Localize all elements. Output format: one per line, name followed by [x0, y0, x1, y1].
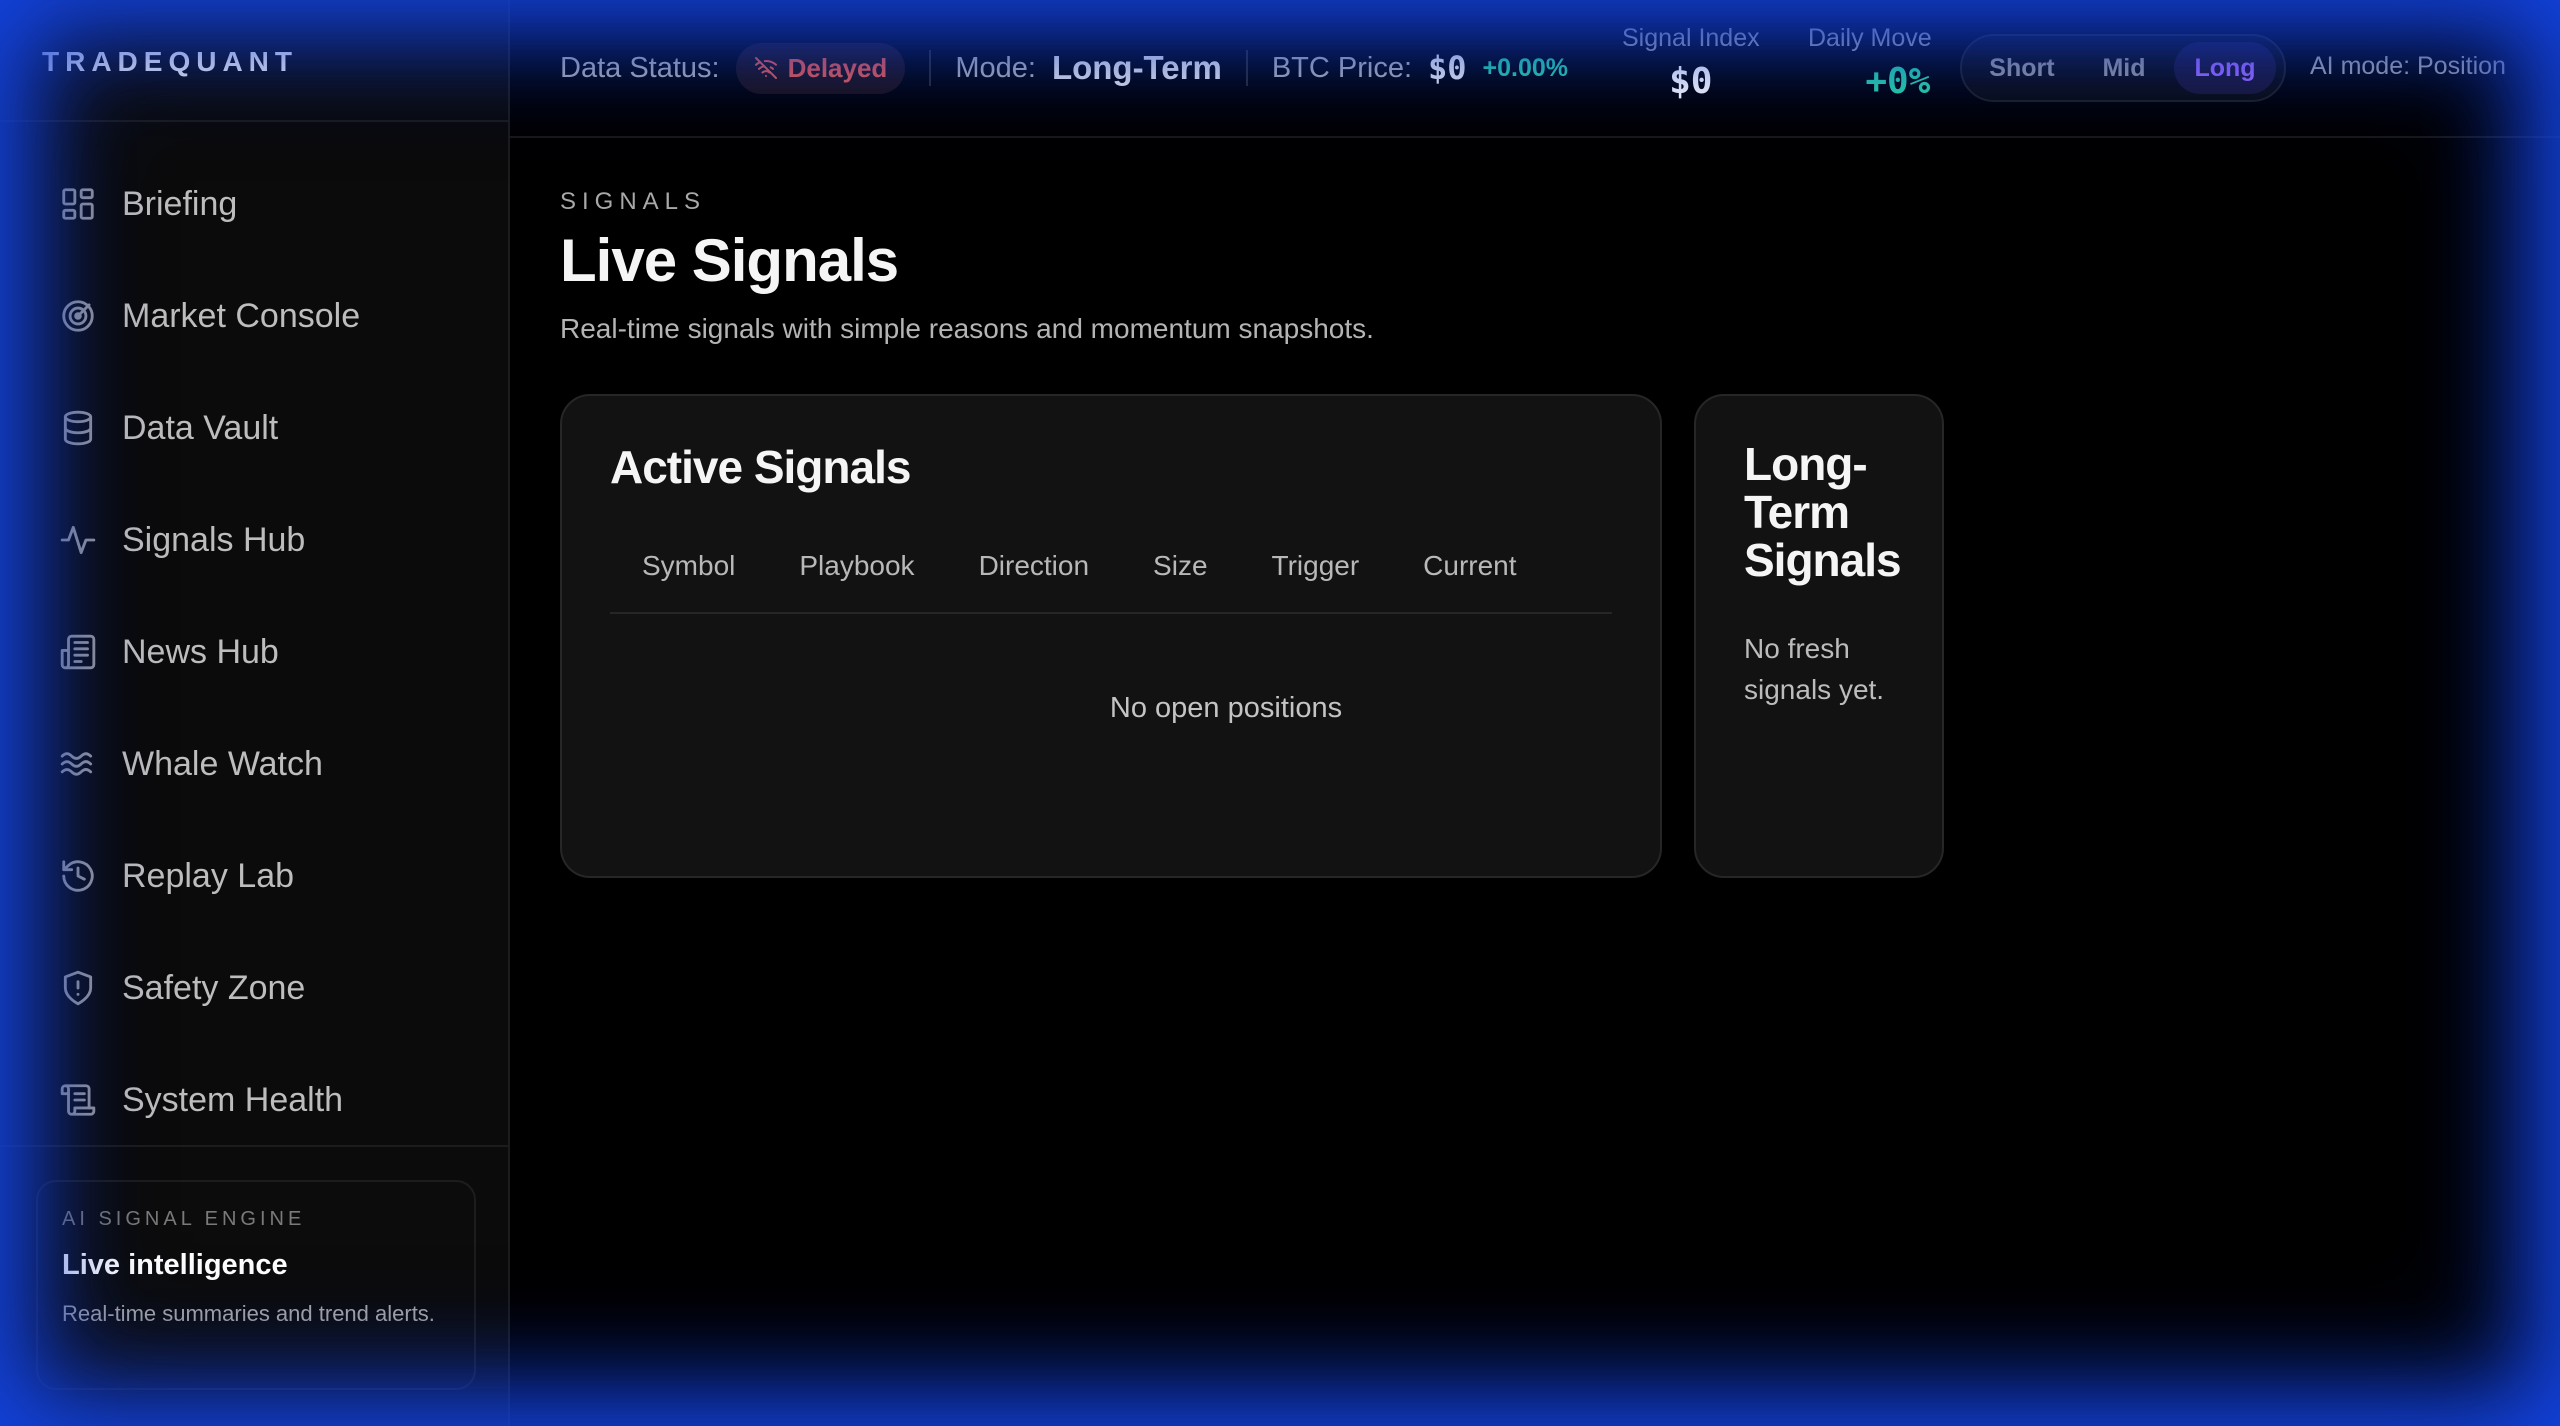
active-signals-panel: Active Signals Symbol Playbook Direction…: [560, 394, 1662, 878]
horizon-mid-button[interactable]: Mid: [2080, 42, 2168, 94]
page-eyebrow: SIGNALS: [560, 188, 707, 215]
daily-move-metric: Daily Move +0%: [1808, 24, 1932, 102]
sidebar-item-replay-lab[interactable]: Replay Lab: [0, 820, 508, 932]
mode-value: Long-Term: [1051, 49, 1222, 86]
engine-title: Live intelligence: [62, 1249, 288, 1281]
activity-icon: [58, 520, 98, 560]
shield-icon: [58, 968, 98, 1008]
sidebar-divider: [0, 1145, 508, 1147]
horizon-long-button[interactable]: Long: [2174, 42, 2276, 94]
sidebar-item-market-console[interactable]: Market Console: [0, 260, 508, 372]
sidebar-item-briefing[interactable]: Briefing: [0, 148, 508, 260]
sidebar-item-label: Replay Lab: [122, 856, 295, 895]
long-term-empty-state: No fresh signals yet.: [1744, 633, 1885, 705]
data-status-label: Data Status:: [560, 51, 720, 84]
mode-label: Mode:: [955, 51, 1036, 84]
horizon-toggle: Short Mid Long: [1960, 34, 2286, 102]
sidebar: TRADEQUANT Briefing Market Console Data …: [0, 0, 510, 1426]
sidebar-item-label: Whale Watch: [122, 744, 323, 783]
sidebar-item-news-hub[interactable]: News Hub: [0, 596, 508, 708]
sidebar-item-label: Signals Hub: [122, 520, 306, 559]
active-signals-title: Active Signals: [610, 441, 911, 493]
engine-description: Real-time summaries and trend alerts.: [62, 1301, 435, 1326]
sidebar-item-label: System Health: [122, 1080, 344, 1119]
page-title: Live Signals: [560, 227, 899, 294]
daily-move-label: Daily Move: [1808, 24, 1932, 52]
column-header-direction[interactable]: Direction: [979, 550, 1089, 582]
signal-index-label: Signal Index: [1622, 24, 1760, 52]
page-subtitle: Real-time signals with simple reasons an…: [560, 313, 1374, 344]
sidebar-item-label: Safety Zone: [122, 968, 306, 1007]
database-icon: [58, 408, 98, 448]
sidebar-item-system-health[interactable]: System Health: [0, 1044, 508, 1156]
long-term-signals-panel: Long-Term Signals No fresh signals yet.: [1694, 394, 1944, 878]
column-header-trigger[interactable]: Trigger: [1272, 550, 1360, 582]
daily-move-value: +0%: [1865, 61, 1931, 102]
horizon-short-button[interactable]: Short: [1970, 42, 2074, 94]
sidebar-item-label: Briefing: [122, 184, 238, 223]
column-header-size[interactable]: Size: [1153, 550, 1207, 582]
long-term-title: Long-Term Signals: [1744, 438, 1902, 586]
brand-name: TRADEQUANT: [42, 46, 298, 77]
sidebar-item-label: Data Vault: [122, 408, 279, 447]
column-header-symbol[interactable]: Symbol: [642, 550, 735, 582]
topbar-divider: [929, 50, 932, 86]
newspaper-icon: [58, 632, 98, 672]
sidebar-item-signals-hub[interactable]: Signals Hub: [0, 484, 508, 596]
topbar: Data Status: Delayed Mode: Long-Term BTC…: [510, 0, 2560, 138]
ai-mode-indicator: AI mode: Position: [2310, 52, 2506, 80]
engine-eyebrow: AI SIGNAL ENGINE: [62, 1208, 306, 1230]
sidebar-item-label: Market Console: [122, 296, 361, 335]
data-status-badge: Delayed: [735, 42, 906, 94]
ai-engine-card: AI SIGNAL ENGINE Live intelligence Real-…: [36, 1180, 476, 1390]
sidebar-item-data-vault[interactable]: Data Vault: [0, 372, 508, 484]
history-icon: [58, 856, 98, 896]
column-header-current[interactable]: Current: [1423, 550, 1516, 582]
grid-icon: [58, 184, 98, 224]
sidebar-item-whale-watch[interactable]: Whale Watch: [0, 708, 508, 820]
btc-price-change: +0.00%: [1482, 53, 1569, 82]
signal-index-value: $0: [1669, 61, 1713, 102]
data-status-value: Delayed: [787, 52, 888, 83]
page-header: SIGNALS Live Signals Real-time signals w…: [510, 138, 2560, 345]
signals-table-header: Symbol Playbook Direction Size Trigger C…: [610, 550, 1612, 614]
sidebar-item-safety-zone[interactable]: Safety Zone: [0, 932, 508, 1044]
btc-price-label: BTC Price:: [1271, 51, 1412, 84]
btc-price-value: $0: [1428, 49, 1467, 87]
sidebar-nav: Briefing Market Console Data Vault Signa…: [0, 122, 508, 1156]
signals-empty-state: No open positions: [1109, 692, 1343, 724]
main-area: Data Status: Delayed Mode: Long-Term BTC…: [510, 0, 2560, 1426]
sidebar-item-label: News Hub: [122, 632, 279, 671]
topbar-divider: [1245, 50, 1248, 86]
wifi-off-icon: [754, 57, 777, 79]
radar-icon: [58, 296, 98, 336]
scroll-icon: [58, 1080, 98, 1120]
waves-icon: [58, 744, 98, 784]
brand-logo[interactable]: TRADEQUANT: [0, 0, 508, 122]
column-header-playbook[interactable]: Playbook: [799, 550, 914, 582]
signal-index-metric: Signal Index $0: [1622, 24, 1760, 102]
